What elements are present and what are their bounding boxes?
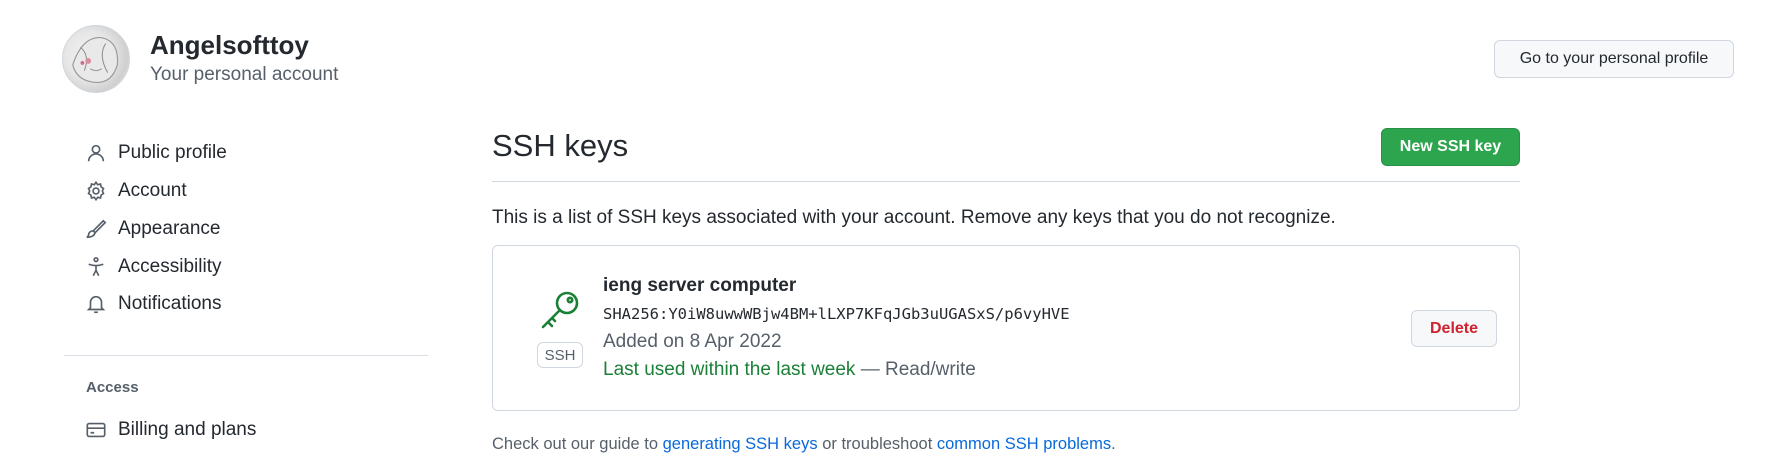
- ssh-badge: SSH: [537, 342, 583, 368]
- sidebar-item-appearance[interactable]: Appearance: [84, 213, 220, 245]
- key-title: ieng server computer: [603, 275, 797, 296]
- footer-middle: or troubleshoot: [817, 435, 937, 453]
- sidebar-item-label: Accessibility: [118, 256, 222, 277]
- sidebar-item-label: Notifications: [118, 293, 222, 314]
- sidebar-item-label: Public profile: [118, 142, 227, 163]
- title-divider: [492, 181, 1520, 182]
- bell-icon: [84, 292, 108, 316]
- avatar[interactable]: [62, 25, 130, 93]
- sidebar-item-label: Account: [118, 180, 187, 201]
- new-ssh-key-button[interactable]: New SSH key: [1381, 128, 1520, 166]
- sidebar-item-label: Appearance: [118, 218, 221, 239]
- key-last-used: Last used within the last week: [603, 359, 856, 380]
- person-icon: [84, 141, 108, 165]
- sidebar-item-billing[interactable]: Billing and plans: [84, 414, 256, 446]
- go-to-profile-button[interactable]: Go to your personal profile: [1494, 40, 1734, 78]
- gear-icon: [84, 179, 108, 203]
- footer-prefix: Check out our guide to: [492, 435, 663, 453]
- ssh-key-item: [492, 245, 1520, 411]
- account-subtitle: Your personal account: [150, 64, 339, 85]
- intro-text: This is a list of SSH keys associated wi…: [492, 207, 1336, 228]
- page-title: SSH keys: [492, 128, 629, 163]
- sidebar-item-accessibility[interactable]: Accessibility: [84, 251, 221, 283]
- sidebar-item-public-profile[interactable]: Public profile: [84, 137, 227, 169]
- generating-ssh-keys-link[interactable]: generating SSH keys: [663, 435, 818, 453]
- sidebar-item-account[interactable]: Account: [84, 175, 187, 207]
- delete-key-button[interactable]: Delete: [1411, 310, 1497, 347]
- paintbrush-icon: [84, 217, 108, 241]
- key-fingerprint: SHA256:Y0iW8uwwWBjw4BM+lLXP7KFqJGb3uUGAS…: [603, 305, 1070, 323]
- footer-suffix: .: [1111, 435, 1116, 453]
- accessibility-icon: [84, 255, 108, 279]
- sidebar-section-access: Access: [86, 379, 139, 396]
- key-usage: Last used within the last week — Read/wr…: [603, 359, 976, 381]
- sidebar-item-label: Billing and plans: [118, 419, 257, 440]
- key-added-date: Added on 8 Apr 2022: [603, 331, 782, 352]
- common-ssh-problems-link[interactable]: common SSH problems: [937, 435, 1111, 453]
- key-icon: [536, 286, 584, 334]
- key-access: — Read/write: [855, 359, 976, 380]
- footer-help-text: Check out our guide to generating SSH ke…: [492, 435, 1116, 454]
- avatar-image: [72, 37, 119, 84]
- account-name: Angelsofttoy: [150, 30, 309, 60]
- credit-card-icon: [84, 418, 108, 442]
- sidebar-divider: [64, 355, 428, 356]
- sidebar-item-notifications[interactable]: Notifications: [84, 288, 222, 320]
